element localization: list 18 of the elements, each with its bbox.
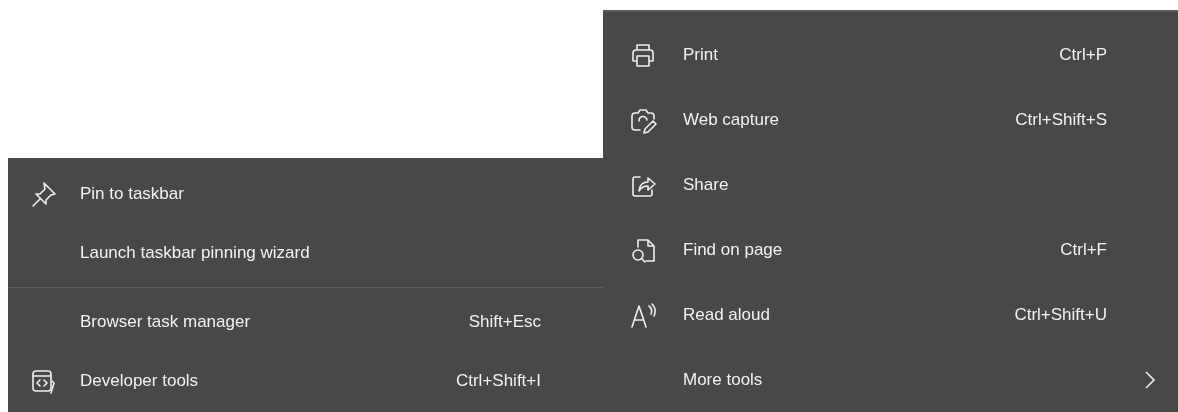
keyboard-shortcut: Shift+Esc [468, 311, 541, 332]
keyboard-shortcut: Ctrl+Shift+S [1015, 109, 1107, 130]
keyboard-shortcut: Ctrl+F [1060, 239, 1107, 260]
pin-icon [30, 179, 58, 208]
keyboard-shortcut: Ctrl+P [1059, 44, 1107, 65]
keyboard-shortcut: Ctrl+Shift+I [455, 370, 541, 391]
menu-item-label[interactable]: Browser task manager [80, 311, 469, 332]
menu-item-label[interactable]: Find on page [683, 239, 1061, 260]
menu-item-label[interactable]: Read aloud [683, 304, 1015, 325]
menu-item-label[interactable]: Share [683, 174, 1107, 195]
menu-item-label[interactable]: Launch taskbar pinning wizard [80, 242, 541, 263]
menu-item-label[interactable]: Developer tools [80, 370, 456, 391]
menu-item-label[interactable]: Web capture [683, 109, 1016, 130]
read-aloud-icon [629, 300, 657, 329]
menu-item-label[interactable]: Pin to taskbar [80, 183, 541, 204]
menu-item-label[interactable]: Print [683, 44, 1060, 65]
keyboard-shortcut: Ctrl+Shift+U [1014, 304, 1107, 325]
menu-item-label[interactable]: More tools [683, 369, 1107, 390]
